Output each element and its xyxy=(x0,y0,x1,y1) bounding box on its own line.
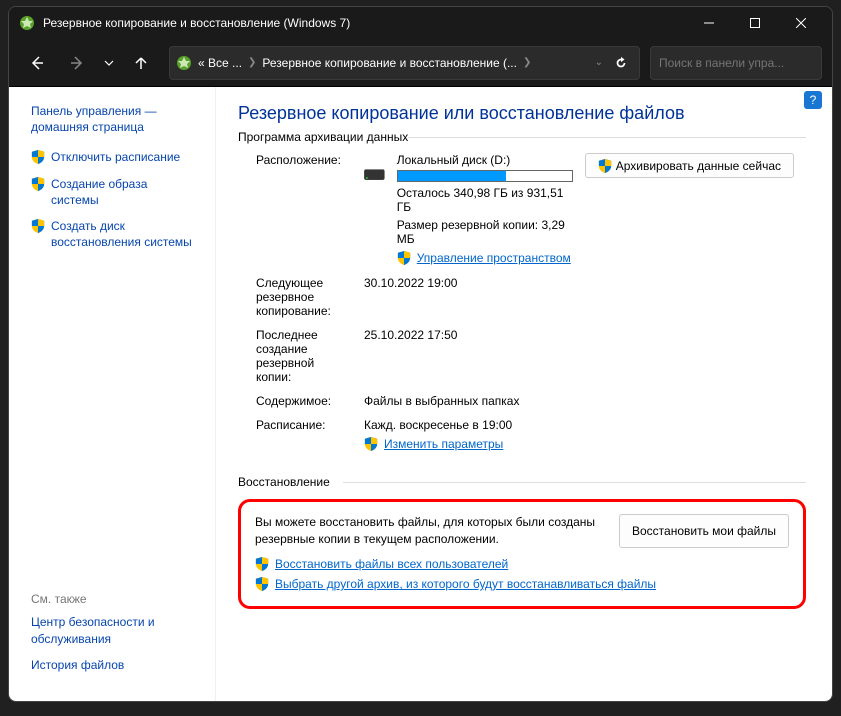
control-panel-home-link[interactable]: Панель управления — домашняя страница xyxy=(31,103,197,135)
path-segment[interactable]: Резервное копирование и восстановление (… xyxy=(262,56,517,70)
file-history-link[interactable]: История файлов xyxy=(31,657,197,673)
backup-group: Программа архивации данных Расположение:… xyxy=(238,138,806,465)
nav-recent-button[interactable] xyxy=(99,45,119,81)
help-button[interactable]: ? xyxy=(804,91,822,109)
restore-my-files-button[interactable]: Восстановить мои файлы xyxy=(619,514,789,548)
page-heading: Резервное копирование или восстановление… xyxy=(238,103,806,124)
create-recovery-disc-link[interactable]: Создать диск восстановления системы xyxy=(51,218,197,250)
see-also-label: См. также xyxy=(31,592,197,606)
nav-up-button[interactable] xyxy=(123,45,159,81)
contents-label: Содержимое: xyxy=(256,394,352,408)
search-input[interactable] xyxy=(659,56,813,70)
shield-icon xyxy=(397,251,411,265)
content: ? Панель управления — домашняя страница … xyxy=(9,87,832,701)
manage-space-link[interactable]: Управление пространством xyxy=(417,250,571,266)
path-icon xyxy=(176,55,192,71)
select-another-backup-link[interactable]: Выбрать другой архив, из которого будут … xyxy=(275,576,656,592)
next-backup-label: Следующее резервное копирование: xyxy=(256,276,352,318)
security-center-link[interactable]: Центр безопасности и обслуживания xyxy=(31,614,197,646)
main-panel: Резервное копирование или восстановление… xyxy=(216,87,832,701)
free-space-text: Осталось 340,98 ГБ из 931,51 ГБ xyxy=(397,186,573,214)
navbar: « Все ... ❯ Резервное копирование и восс… xyxy=(9,39,832,87)
app-icon xyxy=(19,15,35,31)
create-system-image-link[interactable]: Создание образа системы xyxy=(51,176,197,208)
restore-group: Восстановление Вы можете восстановить фа… xyxy=(238,483,806,617)
backup-now-button[interactable]: Архивировать данные сейчас xyxy=(585,153,794,178)
next-backup-value: 30.10.2022 19:00 xyxy=(364,276,794,290)
minimize-button[interactable] xyxy=(686,7,732,39)
shield-icon xyxy=(31,150,45,164)
chevron-down-icon[interactable]: ⌄ xyxy=(595,57,603,68)
maximize-button[interactable] xyxy=(732,7,778,39)
backup-group-label: Программа архивации данных xyxy=(238,130,414,144)
nav-forward-button[interactable] xyxy=(59,45,95,81)
refresh-button[interactable] xyxy=(609,56,633,70)
shield-icon xyxy=(31,219,45,233)
drive-icon xyxy=(364,155,385,191)
address-bar[interactable]: « Все ... ❯ Резервное копирование и восс… xyxy=(169,46,640,80)
sidebar: Панель управления — домашняя страница От… xyxy=(9,87,216,701)
restore-text: Вы можете восстановить файлы, для которы… xyxy=(255,514,599,548)
location-label: Расположение: xyxy=(256,153,352,167)
disk-usage-bar xyxy=(397,170,573,182)
shield-icon xyxy=(255,557,269,571)
window: Резервное копирование и восстановление (… xyxy=(8,6,833,702)
schedule-value: Кажд. воскресенье в 19:00 xyxy=(364,418,794,432)
shield-icon xyxy=(364,437,378,451)
restore-group-label: Восстановление xyxy=(238,475,336,489)
close-button[interactable] xyxy=(778,7,824,39)
shield-icon xyxy=(598,159,612,173)
last-backup-value: 25.10.2022 17:50 xyxy=(364,328,794,342)
chevron-right-icon: ❯ xyxy=(248,57,256,68)
nav-back-button[interactable] xyxy=(19,45,55,81)
restore-highlight-box: Вы можете восстановить файлы, для которы… xyxy=(238,499,806,609)
last-backup-label: Последнее создание резервной копии: xyxy=(256,328,352,384)
chevron-right-icon: ❯ xyxy=(523,57,531,68)
restore-all-users-link[interactable]: Восстановить файлы всех пользователей xyxy=(275,556,508,572)
window-title: Резервное копирование и восстановление (… xyxy=(43,16,686,30)
shield-icon xyxy=(31,177,45,191)
shield-icon xyxy=(255,577,269,591)
titlebar: Резервное копирование и восстановление (… xyxy=(9,7,832,39)
schedule-label: Расписание: xyxy=(256,418,352,432)
location-disk: Локальный диск (D:) xyxy=(397,153,573,167)
disable-schedule-link[interactable]: Отключить расписание xyxy=(51,149,180,165)
path-segment[interactable]: « Все ... xyxy=(198,56,242,70)
search-bar[interactable] xyxy=(650,46,822,80)
backup-size-text: Размер резервной копии: 3,29 МБ xyxy=(397,218,573,246)
contents-value: Файлы в выбранных папках xyxy=(364,394,794,408)
change-settings-link[interactable]: Изменить параметры xyxy=(384,436,503,452)
